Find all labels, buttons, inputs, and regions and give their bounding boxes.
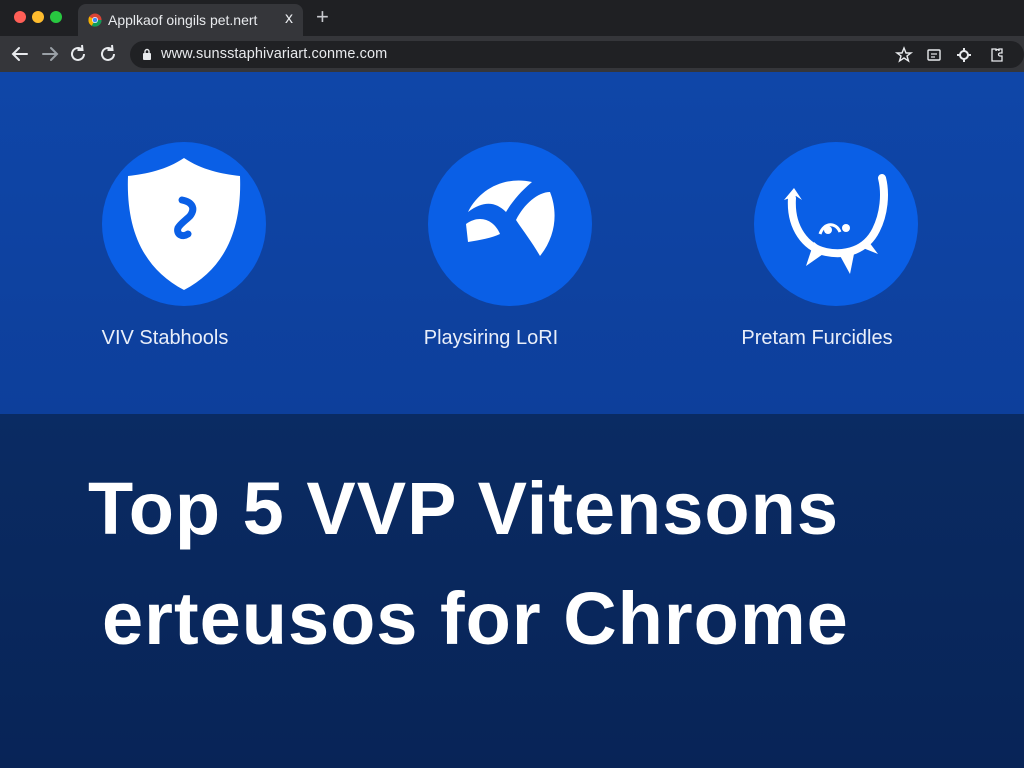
maximize-window-button[interactable] [50, 11, 62, 23]
url-text: www.sunsstaphivariart.conme.com [161, 46, 388, 62]
back-arrow-icon[interactable] [8, 42, 32, 66]
bookmark-star-icon[interactable] [894, 45, 914, 65]
globe-icon [466, 180, 555, 256]
lock-icon [143, 48, 151, 60]
tab-title: Applkaof oingils pet.nert [108, 12, 258, 28]
headline-line-1: Top 5 VVP Vitensons [88, 467, 839, 550]
headline-section: Top 5 VVP Vitensons erteusos for Chrome [0, 414, 1024, 768]
address-bar[interactable]: www.sunsstaphivariart.conme.com [130, 41, 1024, 68]
spiral-icon [784, 174, 888, 274]
feature-icon-circle [428, 142, 592, 306]
new-tab-button[interactable]: + [316, 5, 329, 29]
feature-icon-circle [102, 142, 266, 306]
feature-icon-circle [754, 142, 918, 306]
feature-card-2[interactable]: Playsiring LoRI [361, 142, 621, 372]
extension-puzzle-icon[interactable] [986, 45, 1006, 65]
hero-section: VIV Stabhools Playsiring LoRI Pretam Fur… [0, 72, 1024, 414]
browser-tab[interactable]: Applkaof oingils pet.nert x [78, 4, 303, 36]
feature-card-1[interactable]: VIV Stabhools [35, 142, 295, 372]
browser-tabstrip: Applkaof oingils pet.nert x + [0, 0, 1024, 36]
feature-label-1: VIV Stabhools [101, 327, 229, 349]
browser-toolbar: www.sunsstaphivariart.conme.com [0, 36, 1024, 72]
reload-icon[interactable] [66, 42, 90, 66]
minimize-window-button[interactable] [32, 11, 44, 23]
tab-close-button[interactable]: x [285, 10, 293, 28]
feature-label-2: Playsiring LoRI [423, 327, 559, 349]
feature-card-3[interactable]: Pretam Furcidles [687, 142, 947, 372]
reader-mode-icon[interactable] [924, 45, 944, 65]
feature-label-3: Pretam Furcidles [741, 327, 893, 349]
close-window-button[interactable] [14, 11, 26, 23]
extension-gear-icon[interactable] [954, 45, 974, 65]
forward-arrow-icon[interactable] [38, 42, 62, 66]
shield-icon [127, 158, 241, 290]
reload-secondary-icon[interactable] [96, 42, 120, 66]
chrome-favicon-icon [88, 13, 102, 27]
page-headline: Top 5 VVP Vitensons erteusos for Chrome [88, 454, 988, 674]
headline-line-2: erteusos for Chrome [102, 577, 849, 660]
